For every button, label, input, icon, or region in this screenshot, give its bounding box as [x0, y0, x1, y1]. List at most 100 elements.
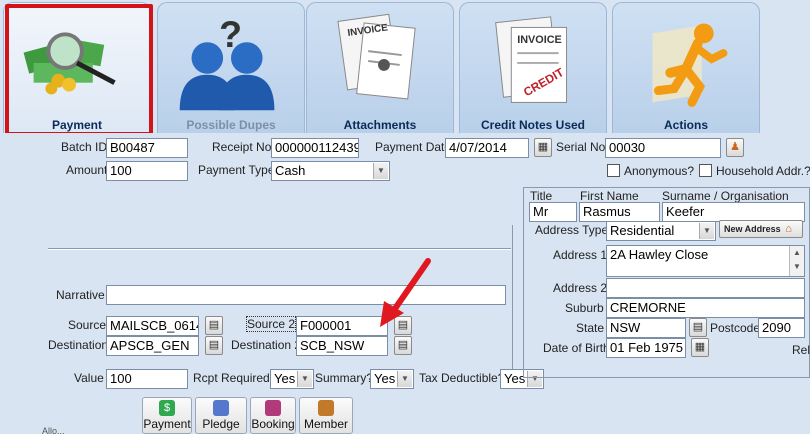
serial-lookup-icon[interactable]: ♟ [726, 138, 744, 157]
payment-type-value: Cash [275, 163, 306, 178]
state-lookup-icon[interactable]: ▤ [689, 318, 707, 337]
tab-actions[interactable]: Actions [612, 2, 760, 133]
member-button[interactable]: Member [299, 397, 353, 434]
payment-button[interactable]: $ Payment [142, 397, 192, 434]
source-lookup-icon[interactable]: ▤ [205, 316, 223, 335]
household-checkbox[interactable] [699, 164, 712, 177]
tab-attachments[interactable]: INVOICE Attachments [306, 2, 454, 133]
annotation-arrow-icon [380, 258, 431, 327]
address-type-label: Address Type [535, 223, 609, 237]
value-label: Value [74, 371, 104, 385]
title-field[interactable]: Mr [529, 202, 577, 222]
calendar-icon[interactable]: ▦ [534, 138, 552, 157]
firstname-header: First Name [580, 189, 639, 203]
rel-label: Rel [792, 343, 810, 357]
chevron-down-icon: ▼ [373, 163, 388, 179]
destination-field[interactable]: APSCB_GEN [106, 336, 199, 356]
payment-date-field[interactable]: 4/07/2014 [445, 138, 529, 158]
source-field[interactable]: MAILSCB_0614 [106, 316, 199, 336]
summary-value: Yes [374, 371, 396, 386]
running-man-icon [652, 23, 728, 107]
value-field[interactable]: 100 [106, 369, 188, 389]
address1-field[interactable]: 2A Hawley Close ▲ ▼ [606, 245, 805, 277]
new-address-button[interactable]: New Address ⌂ [719, 220, 803, 238]
highlight-box [5, 4, 153, 136]
booking-icon [265, 400, 281, 416]
address-type-select[interactable]: Residential ▼ [606, 221, 716, 241]
dollar-icon: $ [159, 400, 175, 416]
tab-credit-notes-used-label: Credit Notes Used [480, 118, 586, 132]
dob-field[interactable]: 01 Feb 1975 [606, 338, 686, 358]
household-label: Household Addr.? [716, 164, 810, 178]
suburb-field[interactable]: CREMORNE [606, 298, 805, 318]
duplicate-people-icon: ? [179, 13, 275, 111]
batch-id-field[interactable]: B00487 [106, 138, 188, 158]
chevron-down-icon: ▼ [297, 371, 312, 387]
destination2-field[interactable]: SCB_NSW [296, 336, 388, 356]
tab-credit-notes-used[interactable]: INVOICE CREDIT Credit Notes Used [459, 2, 607, 133]
tab-bar: Payment ? Possible Dupes INVOICE Attachm… [0, 0, 810, 136]
narrative-field[interactable] [106, 285, 506, 305]
rcpt-required-value: Yes [274, 371, 296, 386]
tab-possible-dupes-label: Possible Dupes [186, 118, 276, 132]
serial-no-field[interactable]: 00030 [605, 138, 721, 158]
amount-label: Amount [66, 163, 108, 177]
attachment-icon: INVOICE [337, 13, 416, 100]
anonymous-checkbox[interactable] [607, 164, 620, 177]
destination2-label: Destination 2 [231, 338, 302, 352]
tab-actions-label: Actions [663, 118, 708, 132]
destination-lookup-icon[interactable]: ▤ [205, 336, 223, 355]
summary-select[interactable]: Yes ▼ [370, 369, 414, 389]
member-button-label: Member [303, 417, 348, 431]
first-name-field[interactable]: Rasmus [579, 202, 660, 222]
pledge-icon [213, 400, 229, 416]
destination2-lookup-icon[interactable]: ▤ [394, 336, 412, 355]
postcode-field[interactable]: 2090 [758, 318, 805, 338]
new-address-label: New Address [724, 224, 781, 234]
chevron-down-icon: ▼ [397, 371, 412, 387]
tab-possible-dupes[interactable]: ? Possible Dupes [157, 2, 305, 133]
summary-label: Summary? [315, 371, 374, 385]
chevron-down-icon: ▼ [699, 223, 714, 239]
svg-text:?: ? [219, 13, 242, 55]
address2-field[interactable] [606, 278, 805, 298]
scrollbar[interactable]: ▲ ▼ [789, 246, 804, 276]
state-field[interactable]: NSW [606, 318, 686, 338]
house-icon: ⌂ [785, 223, 792, 235]
payment-type-select[interactable]: Cash ▼ [271, 161, 390, 181]
payment-date-label: Payment Date [375, 140, 452, 154]
surname-field[interactable]: Keefer [662, 202, 805, 222]
receipt-no-label: Receipt No. [212, 140, 275, 154]
serial-no-label: Serial No. [556, 140, 609, 154]
surname-header: Surname / Organisation [662, 189, 789, 203]
amount-field[interactable]: 100 [106, 161, 188, 181]
batch-id-label: Batch ID [61, 140, 108, 154]
svg-text:INVOICE: INVOICE [517, 34, 562, 46]
rcpt-required-select[interactable]: Yes ▼ [270, 369, 314, 389]
dob-label: Date of Birth [543, 341, 610, 355]
pledge-button[interactable]: Pledge [195, 397, 247, 434]
source-label: Source [68, 318, 107, 332]
payment-type-label: Payment Type [198, 163, 275, 177]
destination-label: Destination [48, 338, 109, 352]
postcode-label: Postcode [710, 321, 761, 335]
divider-vertical [512, 225, 513, 385]
dob-calendar-icon[interactable]: ▦ [691, 338, 709, 357]
rcpt-required-label: Rcpt Required? [193, 371, 277, 385]
tax-deductible-label: Tax Deductible? [419, 371, 505, 385]
payment-form: Batch ID B00487 Receipt No. 000000112439… [0, 133, 810, 434]
member-icon [318, 400, 334, 416]
narrative-label: Narrative [56, 288, 105, 302]
address1-value: 2A Hawley Close [610, 247, 709, 262]
address1-label: Address 1 [553, 248, 608, 262]
invoice-credit-icon: INVOICE CREDIT [495, 16, 568, 103]
address-type-value: Residential [610, 223, 675, 238]
pledge-button-label: Pledge [202, 417, 240, 431]
tab-attachments-label: Attachments [343, 118, 417, 132]
booking-button[interactable]: Booking [250, 397, 296, 434]
title-header: Title [530, 189, 553, 203]
booking-button-label: Booking [251, 417, 295, 431]
receipt-no-field[interactable]: 000000112439 [271, 138, 359, 158]
footer-fragment: Allo... [42, 426, 65, 434]
source2-label: Source 2 [245, 316, 297, 332]
